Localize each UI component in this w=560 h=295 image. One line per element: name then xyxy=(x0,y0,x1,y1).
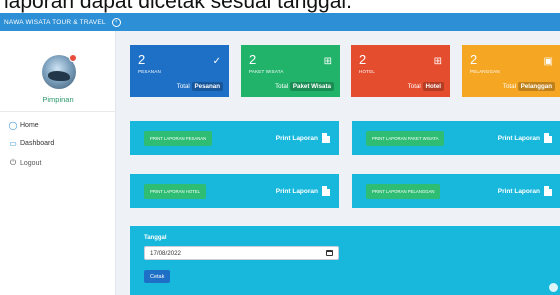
stat-count: 2 xyxy=(470,52,478,67)
sidebar-divider xyxy=(0,111,116,112)
sidebar-item-label: Home xyxy=(20,121,39,129)
total-pill: Pelanggan xyxy=(517,82,555,91)
report-panel-hotel: PRINT LAPORAN HOTEL Print Laporan xyxy=(130,174,339,208)
date-value: 17/08/2022 xyxy=(150,249,181,257)
user-square-icon: ▣ xyxy=(543,56,553,67)
print-laporan-pelanggan-button[interactable]: PRINT LAPORAN PELANGGAN xyxy=(366,183,441,199)
date-input[interactable]: 17/08/2022 xyxy=(144,246,339,260)
stat-label: PELANGGAN xyxy=(470,69,500,74)
cetak-button[interactable]: Cetak xyxy=(144,270,171,283)
print-laporan-link[interactable]: Print Laporan xyxy=(276,133,330,143)
report-panel-pelanggan: PRINT LAPORAN PELANGGAN Print Laporan xyxy=(352,174,560,208)
print-laporan-link[interactable]: Print Laporan xyxy=(498,133,552,143)
total-pill: Paket Wisata xyxy=(289,82,334,91)
compass-icon: ◯ xyxy=(8,120,18,130)
report-panel-pesanan: PRINT LAPORAN PESANAN Print Laporan xyxy=(130,121,339,155)
total-pill: Hotel xyxy=(422,82,444,91)
stat-total: Total Hotel xyxy=(407,82,444,91)
stat-card-hotel: 2 HOTEL ⊞ Total Hotel xyxy=(351,45,450,97)
stat-count: 2 xyxy=(359,52,367,67)
table-icon: ⊞ xyxy=(323,56,332,67)
main-content: 2 PESANAN ✓ Total Pesanan 2 PAKET WISATA… xyxy=(116,31,560,295)
date-label: Tanggal xyxy=(144,235,167,241)
total-label: Total xyxy=(275,83,289,90)
print-laporan-link[interactable]: Print Laporan xyxy=(276,186,330,196)
file-icon xyxy=(544,186,552,196)
user-name: Pimpinan xyxy=(42,95,74,104)
total-pill: Pesanan xyxy=(191,82,223,91)
sidebar-item-home[interactable]: ◯ Home xyxy=(6,118,110,132)
sidebar-item-dashboard[interactable]: ▭ Dashboard xyxy=(6,136,110,150)
file-icon xyxy=(544,133,552,143)
stat-total: Total Pelanggan xyxy=(502,82,555,91)
print-laporan-label: Print Laporan xyxy=(497,187,540,195)
sidebar-item-logout[interactable]: ⏻ Logout xyxy=(6,156,110,170)
total-label: Total xyxy=(176,83,190,90)
sidebar: Pimpinan ◯ Home ▭ Dashboard ⏻ Logout xyxy=(0,31,116,295)
sidebar-item-label: Logout xyxy=(20,159,42,167)
stat-label: HOTEL xyxy=(359,69,376,74)
sidebar-item-label: Dashboard xyxy=(20,139,55,147)
check-circle-icon: ✓ xyxy=(212,56,221,67)
stat-total: Total Pesanan xyxy=(176,82,223,91)
stat-card-pesanan: 2 PESANAN ✓ Total Pesanan xyxy=(130,45,229,97)
status-badge xyxy=(69,54,77,62)
brand-title: NAWA WISATA TOUR & TRAVEL xyxy=(4,18,106,26)
report-panel-paket-wisata: PRINT LAPORAN PAKET WISATA Print Laporan xyxy=(352,121,560,155)
stat-total: Total Paket Wisata xyxy=(275,82,334,91)
scroll-handle[interactable] xyxy=(549,283,558,292)
stat-card-paket-wisata: 2 PAKET WISATA ⊞ Total Paket Wisata xyxy=(241,45,340,97)
file-icon xyxy=(322,133,330,143)
stat-label: PESANAN xyxy=(138,69,161,74)
arrow-left-circle-icon[interactable]: ‹ xyxy=(111,17,121,27)
date-filter-panel: Tanggal 17/08/2022 Cetak xyxy=(130,226,560,295)
calendar-icon[interactable] xyxy=(326,250,333,256)
print-laporan-label: Print Laporan xyxy=(275,187,318,195)
stat-count: 2 xyxy=(138,52,146,67)
total-label: Total xyxy=(502,83,516,90)
cetak-label: Cetak xyxy=(150,273,165,280)
table-icon: ⊞ xyxy=(433,56,442,67)
monitor-icon: ▭ xyxy=(9,138,17,148)
app-root: laporan dapat dicetak sesuai tanggal. NA… xyxy=(0,0,560,295)
print-laporan-label: Print Laporan xyxy=(275,134,318,142)
caption-text: laporan dapat dicetak sesuai tanggal. xyxy=(0,0,560,13)
print-laporan-label: Print Laporan xyxy=(497,134,540,142)
print-laporan-pesanan-button[interactable]: PRINT LAPORAN PESANAN xyxy=(144,130,213,146)
total-label: Total xyxy=(407,83,421,90)
file-icon xyxy=(322,186,330,196)
stat-card-pelanggan: 2 PELANGGAN ▣ Total Pelanggan xyxy=(462,45,560,97)
print-laporan-link[interactable]: Print Laporan xyxy=(498,186,552,196)
top-navbar: NAWA WISATA TOUR & TRAVEL ‹ xyxy=(0,13,560,31)
stat-label: PAKET WISATA xyxy=(249,69,284,74)
power-icon: ⏻ xyxy=(9,158,17,167)
stat-count: 2 xyxy=(249,52,257,67)
print-laporan-paket-wisata-button[interactable]: PRINT LAPORAN PAKET WISATA xyxy=(366,130,445,146)
print-laporan-hotel-button[interactable]: PRINT LAPORAN HOTEL xyxy=(144,183,207,199)
